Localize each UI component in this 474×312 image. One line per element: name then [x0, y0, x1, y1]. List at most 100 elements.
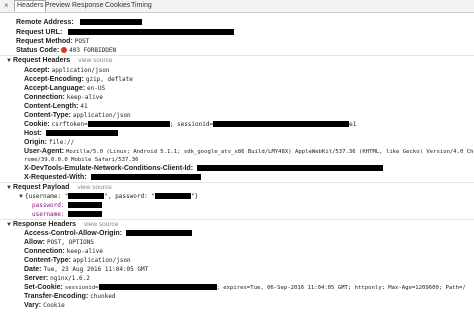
payload-text: ", password: "	[104, 193, 155, 200]
header-key: Date:	[24, 266, 42, 273]
tab-timing[interactable]: Timing	[129, 0, 154, 12]
payload-key: password:	[32, 202, 65, 209]
status-code-value: 403 FORBIDDEN	[69, 47, 117, 54]
expand-arrow-icon[interactable]: ▼	[18, 193, 25, 201]
header-key: User-Agent:	[24, 148, 65, 155]
redaction-block	[154, 193, 191, 199]
request-method-value: POST	[74, 38, 90, 45]
response-headers-title: Response Headers	[13, 221, 77, 228]
header-accept-encoding: Accept-Encoding: gzip, deflate	[24, 76, 133, 84]
redaction-block	[68, 211, 103, 217]
collapse-arrow-icon[interactable]: ▼	[6, 184, 13, 192]
header-value: e1	[349, 121, 357, 128]
redaction-block	[125, 230, 192, 236]
redaction-block	[68, 29, 235, 35]
header-value: keep-alive	[66, 94, 103, 101]
header-content-type: Content-Type: application/json	[24, 257, 131, 265]
request-payload-title: Request Payload	[13, 184, 70, 191]
header-key: Content-Type:	[24, 112, 71, 119]
header-value: en-US	[87, 85, 106, 92]
header-transfer-encoding: Transfer-Encoding: chunked	[24, 293, 115, 301]
header-key: Accept-Language:	[24, 85, 86, 92]
header-key: Set-Cookie:	[24, 284, 63, 291]
header-key: Connection:	[24, 248, 65, 255]
header-value: Cookie	[43, 302, 65, 309]
tab-response[interactable]: Response	[70, 0, 106, 12]
status-code-key: Status Code:	[16, 47, 60, 54]
request-headers-title: Request Headers	[13, 57, 71, 64]
header-accept-language: Accept-Language: en-US	[24, 85, 105, 93]
header-value: file://	[48, 139, 75, 146]
request-payload-section[interactable]: ▼Request Payload view source	[6, 184, 112, 192]
header-vary: Vary: Cookie	[24, 302, 65, 310]
header-value: application/json	[51, 67, 110, 74]
view-source-link[interactable]: view source	[78, 57, 112, 64]
header-value: csrftoken=	[51, 121, 88, 128]
tab-headers[interactable]: Headers	[14, 0, 47, 12]
request-method-key: Request Method:	[16, 38, 73, 45]
redaction-block	[213, 121, 350, 127]
header-user-agent: User-Agent: Mozilla/5.0 (Linux; Android …	[24, 148, 474, 156]
request-url-row: Request URL:	[16, 29, 235, 37]
header-key: Allow:	[24, 239, 45, 246]
header-value: POST, OPTIONS	[46, 239, 94, 246]
view-source-link[interactable]: view source	[77, 184, 111, 191]
section-divider	[0, 219, 474, 220]
section-divider	[0, 182, 474, 183]
header-value: chunked	[90, 293, 116, 300]
header-key: Connection:	[24, 94, 65, 101]
header-cookie: Cookie: csrftoken= ; sessionid= e1	[24, 121, 356, 129]
header-host: Host:	[24, 130, 118, 138]
collapse-arrow-icon[interactable]: ▼	[6, 57, 13, 65]
header-value: application/json	[72, 257, 131, 264]
collapse-arrow-icon[interactable]: ▼	[6, 221, 13, 229]
redaction-block	[90, 174, 201, 180]
header-accept: Accept: application/json	[24, 67, 109, 75]
redaction-block	[197, 165, 383, 171]
header-requested-with: X-Requested-With:	[24, 174, 201, 182]
header-origin: Origin: file://	[24, 139, 74, 147]
header-key: Host:	[24, 130, 42, 137]
header-value: gzip, deflate	[85, 76, 133, 83]
payload-key: username:	[32, 211, 65, 218]
header-value: application/json	[72, 112, 131, 119]
payload-summary[interactable]: ▼{username: " ", password: " "}	[18, 193, 198, 201]
header-server: Server: nginx/1.6.2	[24, 275, 90, 283]
header-key: Accept:	[24, 67, 50, 74]
header-value: 41	[80, 103, 88, 110]
remote-address-row: Remote Address:	[16, 19, 142, 27]
header-key: X-Requested-With:	[24, 174, 87, 181]
header-value: ; sessionid=	[169, 121, 214, 128]
header-access-control-allow-origin: Access-Control-Allow-Origin:	[24, 230, 192, 238]
close-icon[interactable]: ×	[4, 2, 9, 10]
status-code-row: Status Code: 403 FORBIDDEN	[16, 47, 116, 55]
header-key: Transfer-Encoding:	[24, 293, 89, 300]
redaction-block	[87, 121, 170, 127]
redaction-block	[98, 284, 217, 290]
header-value: Tue, 23 Aug 2016 11:04:05 GMT	[43, 266, 149, 273]
header-value: nginx/1.6.2	[50, 275, 90, 282]
status-error-icon	[61, 47, 68, 53]
header-key: Content-Type:	[24, 257, 71, 264]
view-source-link[interactable]: view source	[84, 221, 118, 228]
header-key: Origin:	[24, 139, 47, 146]
tab-preview[interactable]: Preview	[43, 0, 72, 12]
section-divider	[0, 55, 474, 56]
header-content-length: Content-Length: 41	[24, 103, 88, 111]
request-method-row: Request Method: POST	[16, 38, 89, 46]
header-key: Content-Length:	[24, 103, 79, 110]
response-headers-section[interactable]: ▼Response Headers view source	[6, 221, 118, 229]
tab-cookies[interactable]: Cookies	[103, 0, 132, 12]
header-key: Access-Control-Allow-Origin:	[24, 230, 123, 237]
header-key: Server:	[24, 275, 49, 282]
request-headers-section[interactable]: ▼Request Headers view source	[6, 57, 113, 65]
header-value: keep-alive	[66, 248, 103, 255]
header-value: Mozilla/5.0 (Linux; Android 5.1.1; sdk_g…	[66, 149, 474, 155]
header-devtools-client-id: X-DevTools-Emulate-Network-Conditions-Cl…	[24, 165, 383, 173]
header-value: rome/39.0.0.0 Mobile Safari/537.36	[24, 157, 139, 163]
request-url-key: Request URL:	[16, 29, 63, 36]
header-key: Cookie:	[24, 121, 50, 128]
header-content-type: Content-Type: application/json	[24, 112, 131, 120]
header-connection: Connection: keep-alive	[24, 94, 103, 102]
header-set-cookie: Set-Cookie: sessionid= ; expires=Tue, 06-…	[24, 284, 466, 292]
